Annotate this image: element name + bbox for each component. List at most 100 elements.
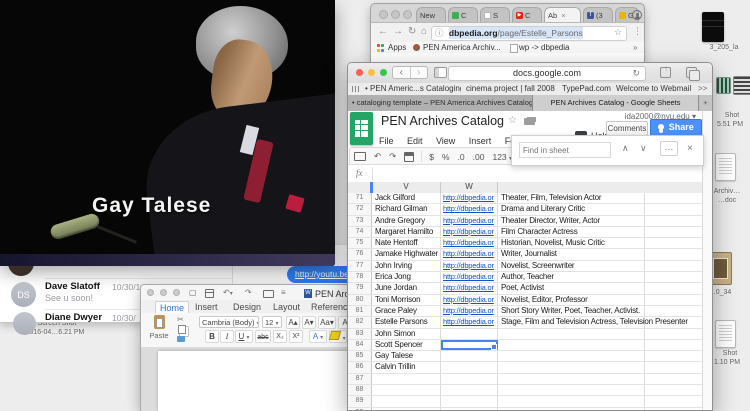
find-next-icon[interactable]: ∨ bbox=[640, 143, 647, 154]
screenshot2-label-line1[interactable]: Shot bbox=[712, 350, 748, 357]
cell-name[interactable]: Richard Gilman bbox=[372, 204, 441, 214]
cell-name[interactable]: Toni Morrison bbox=[372, 295, 441, 305]
font-name-box[interactable]: Cambria (Body) ▾ bbox=[199, 316, 259, 328]
info-icon[interactable]: ⓘ bbox=[435, 28, 444, 38]
chrome-tab-youtube[interactable]: ▶ C bbox=[512, 7, 542, 22]
word-minimize-button[interactable] bbox=[160, 289, 167, 296]
cell-link[interactable]: http://dbpedia.or bbox=[441, 283, 498, 293]
tab-insert[interactable]: Insert bbox=[191, 301, 222, 313]
cell-name[interactable]: Grace Paley bbox=[372, 306, 441, 316]
tab-layout[interactable]: Layout bbox=[269, 301, 304, 313]
row-number[interactable]: 89 bbox=[348, 396, 372, 406]
reload-icon[interactable]: ↻ bbox=[408, 26, 416, 37]
row-number[interactable]: 77 bbox=[348, 261, 372, 271]
doc-file-label-line2[interactable]: …doc bbox=[708, 197, 746, 204]
chrome-tab-facebook[interactable]: f (3 bbox=[583, 7, 613, 22]
word-close-button[interactable] bbox=[147, 289, 154, 296]
cell-description[interactable]: Author, Teacher bbox=[498, 272, 644, 282]
fill-handle[interactable] bbox=[491, 344, 497, 350]
cell-link[interactable] bbox=[441, 351, 498, 361]
corner-cell[interactable] bbox=[348, 182, 372, 193]
paint-format-icon[interactable] bbox=[404, 152, 414, 162]
cell-description[interactable] bbox=[498, 408, 644, 411]
cell-name[interactable]: Erica Jong bbox=[372, 272, 441, 282]
safari-bookmarks-overflow[interactable]: >> bbox=[698, 84, 707, 93]
safari-tab-pen-archives-active[interactable]: PEN Archives Catalog - Google Sheets bbox=[533, 95, 699, 111]
underline-button[interactable]: U ▾ bbox=[235, 330, 253, 343]
cell-link[interactable]: http://dbpedia.or bbox=[441, 272, 498, 282]
cell-description[interactable]: Theater Director, Writer, Actor bbox=[498, 216, 644, 226]
cell-name[interactable] bbox=[372, 396, 441, 406]
undo-icon[interactable]: ↶▾ bbox=[223, 288, 233, 297]
row-number[interactable]: 75 bbox=[348, 238, 372, 248]
row-number[interactable]: 71 bbox=[348, 193, 372, 203]
cell-link[interactable] bbox=[441, 329, 498, 339]
cell-description[interactable]: Stage, Film and Television Actress, Tele… bbox=[498, 317, 644, 327]
shrink-font-button[interactable]: A▾ bbox=[302, 316, 316, 329]
row-number[interactable]: 73 bbox=[348, 216, 372, 226]
screenshot1-label-line2[interactable]: 5.51 PM bbox=[710, 121, 750, 128]
redo-icon[interactable]: ↷ bbox=[245, 288, 252, 297]
cell-name[interactable]: Nate Hentoff bbox=[372, 238, 441, 248]
video-file-icon[interactable] bbox=[702, 12, 724, 42]
decrease-decimal-button[interactable]: .0 bbox=[458, 152, 465, 162]
sidebar-icon[interactable] bbox=[434, 67, 447, 78]
cell-name[interactable]: Scott Spencer bbox=[372, 340, 441, 350]
cell-name[interactable]: Margaret Hamilto bbox=[372, 227, 441, 237]
cell-link[interactable] bbox=[441, 362, 498, 372]
word-page[interactable] bbox=[158, 351, 358, 411]
cell-description[interactable] bbox=[498, 396, 644, 406]
cell-link[interactable] bbox=[441, 374, 498, 384]
bookmarks-grid-icon[interactable] bbox=[352, 86, 360, 92]
undo-icon[interactable]: ↶ bbox=[374, 151, 381, 162]
doc-file-icon[interactable] bbox=[715, 153, 736, 181]
cell-empty[interactable] bbox=[644, 362, 702, 372]
bookmark-wp-dbpedia[interactable]: wp -> dbpedia bbox=[519, 43, 569, 52]
tab-overview-icon[interactable] bbox=[686, 67, 697, 78]
small-app-icon[interactable] bbox=[716, 77, 731, 94]
chrome-close-button[interactable] bbox=[379, 10, 388, 19]
cell-empty[interactable] bbox=[644, 295, 702, 305]
cell-description[interactable] bbox=[498, 340, 644, 350]
chrome-tab-3[interactable]: S bbox=[480, 7, 510, 22]
cell-name[interactable] bbox=[372, 374, 441, 384]
highlighter-button[interactable]: ▾ bbox=[329, 330, 347, 343]
cell-link[interactable] bbox=[441, 385, 498, 395]
print-icon[interactable] bbox=[354, 152, 366, 161]
italic-button[interactable]: I bbox=[220, 330, 234, 343]
safari-tab-cataloging-template[interactable]: • cataloging template – PEN America Arch… bbox=[348, 95, 533, 111]
cell-empty[interactable] bbox=[644, 340, 702, 350]
cell-empty[interactable] bbox=[644, 204, 702, 214]
cell-empty[interactable] bbox=[644, 238, 702, 248]
apps-grid-icon[interactable] bbox=[377, 44, 385, 52]
format-painter-icon[interactable] bbox=[177, 336, 185, 342]
column-header-w[interactable]: W bbox=[441, 182, 498, 193]
share-icon[interactable]: ↑ bbox=[660, 67, 671, 78]
folder-icon[interactable] bbox=[524, 118, 535, 125]
cell-empty[interactable] bbox=[644, 396, 702, 406]
cell-description[interactable]: Film Character Actress bbox=[498, 227, 644, 237]
cut-icon[interactable]: ✂ bbox=[177, 315, 184, 324]
cell-description[interactable]: Novelist, Screenwriter bbox=[498, 261, 644, 271]
paste-button[interactable]: Paste bbox=[146, 315, 172, 345]
cell-description[interactable] bbox=[498, 385, 644, 395]
safari-bookmark-4[interactable]: Welcome to Webmail bbox=[616, 84, 694, 93]
text-effects-button[interactable]: A ▾ bbox=[309, 330, 327, 343]
cell-name[interactable]: Andre Gregory bbox=[372, 216, 441, 226]
safari-new-tab-button[interactable]: + bbox=[699, 95, 712, 111]
bookmark-star-icon[interactable]: ☆ bbox=[614, 27, 622, 38]
word-zoom-button[interactable] bbox=[173, 289, 180, 296]
safari-minimize-button[interactable] bbox=[368, 69, 375, 76]
new-document-icon[interactable]: ▢ bbox=[189, 288, 197, 297]
back-icon[interactable]: ← bbox=[378, 26, 388, 37]
column-header-rest[interactable] bbox=[498, 182, 705, 193]
cell-description[interactable] bbox=[498, 351, 644, 361]
cell-link[interactable]: http://dbpedia.or bbox=[441, 193, 498, 203]
menu-view[interactable]: View bbox=[436, 136, 455, 146]
cell-name[interactable]: Calvin Trillin bbox=[372, 362, 441, 372]
cell-empty[interactable] bbox=[644, 249, 702, 259]
bold-button[interactable]: B bbox=[205, 330, 219, 343]
row-number[interactable]: 88 bbox=[348, 385, 372, 395]
column-header-v[interactable]: V bbox=[372, 182, 441, 193]
menu-file[interactable]: File bbox=[379, 136, 394, 146]
